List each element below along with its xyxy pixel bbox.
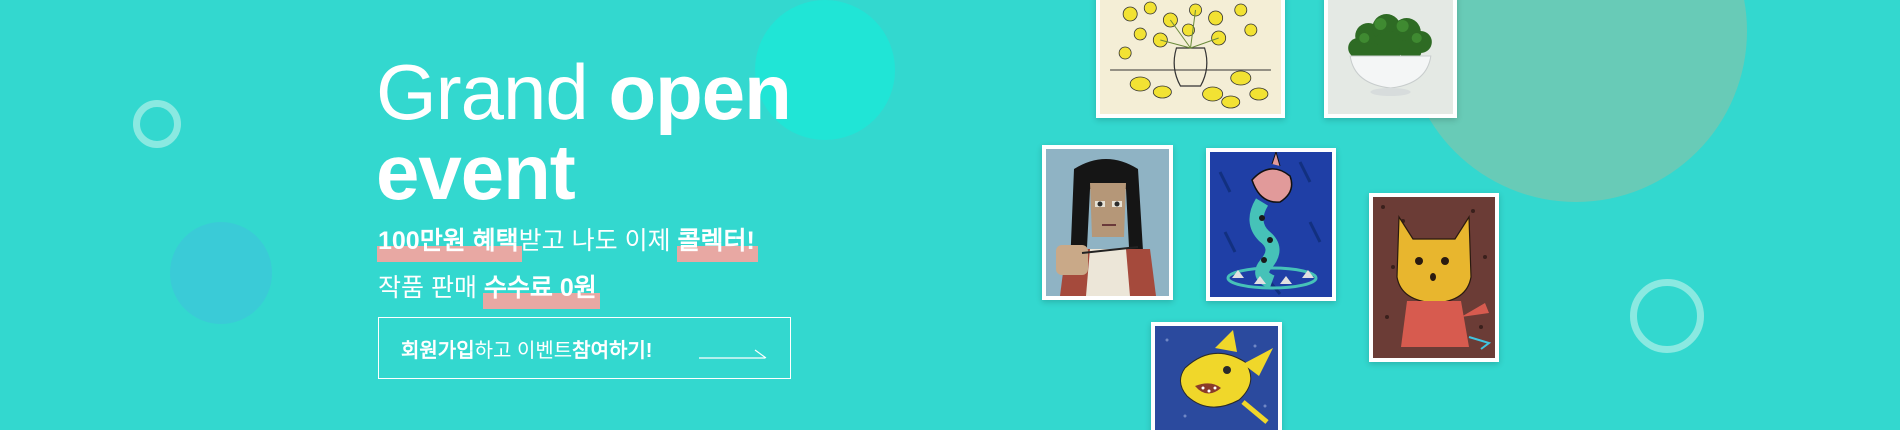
artwork-yellow-fish[interactable] xyxy=(1151,322,1282,430)
event-banner[interactable]: Grand open event 100만원 혜택받고 나도 이제 콜렉터! 작… xyxy=(0,0,1900,430)
artwork-blue-creature[interactable] xyxy=(1206,148,1336,301)
woman-portrait-icon xyxy=(1046,149,1169,296)
headline-grand: Grand xyxy=(376,48,589,136)
benefit-text: 받고 나도 이제 xyxy=(518,227,678,255)
cta-signup-label: 회원가입 xyxy=(401,339,475,362)
artwork-lemons[interactable] xyxy=(1096,0,1285,118)
lemons-still-life-icon xyxy=(1100,0,1281,114)
commission-text: 작품 판매 xyxy=(378,274,484,302)
decorative-ring-right xyxy=(1630,279,1704,353)
artwork-yellow-cat[interactable] xyxy=(1369,193,1499,362)
headline-event: event xyxy=(376,128,576,216)
commission-line: 작품 판매 수수료 0원 xyxy=(378,268,600,309)
yellow-cat-icon xyxy=(1373,197,1495,358)
arrow-right-icon xyxy=(699,349,767,359)
yellow-fish-icon xyxy=(1155,326,1278,430)
cta-participate-label: 참여하기! xyxy=(572,339,653,362)
headline-open: open xyxy=(608,48,791,136)
banner-headline: Grand open event xyxy=(376,52,792,212)
moss-bowl-icon xyxy=(1328,0,1453,114)
artwork-woman-portrait[interactable] xyxy=(1042,145,1173,300)
artwork-moss-bowl[interactable] xyxy=(1324,0,1457,118)
collector-highlight: 콜렉터! xyxy=(676,221,759,262)
benefit-line: 100만원 혜택받고 나도 이제 콜렉터! xyxy=(377,221,759,262)
decorative-ring-left xyxy=(133,100,181,148)
decorative-circle-blue xyxy=(170,222,272,324)
blue-creature-icon xyxy=(1210,152,1332,297)
join-event-button[interactable]: 회원가입 하고 이벤트 참여하기! xyxy=(378,317,791,379)
benefit-highlight: 100만원 혜택 xyxy=(377,221,522,262)
commission-highlight: 수수료 0원 xyxy=(482,268,600,309)
cta-text: 하고 이벤트 xyxy=(474,339,573,362)
